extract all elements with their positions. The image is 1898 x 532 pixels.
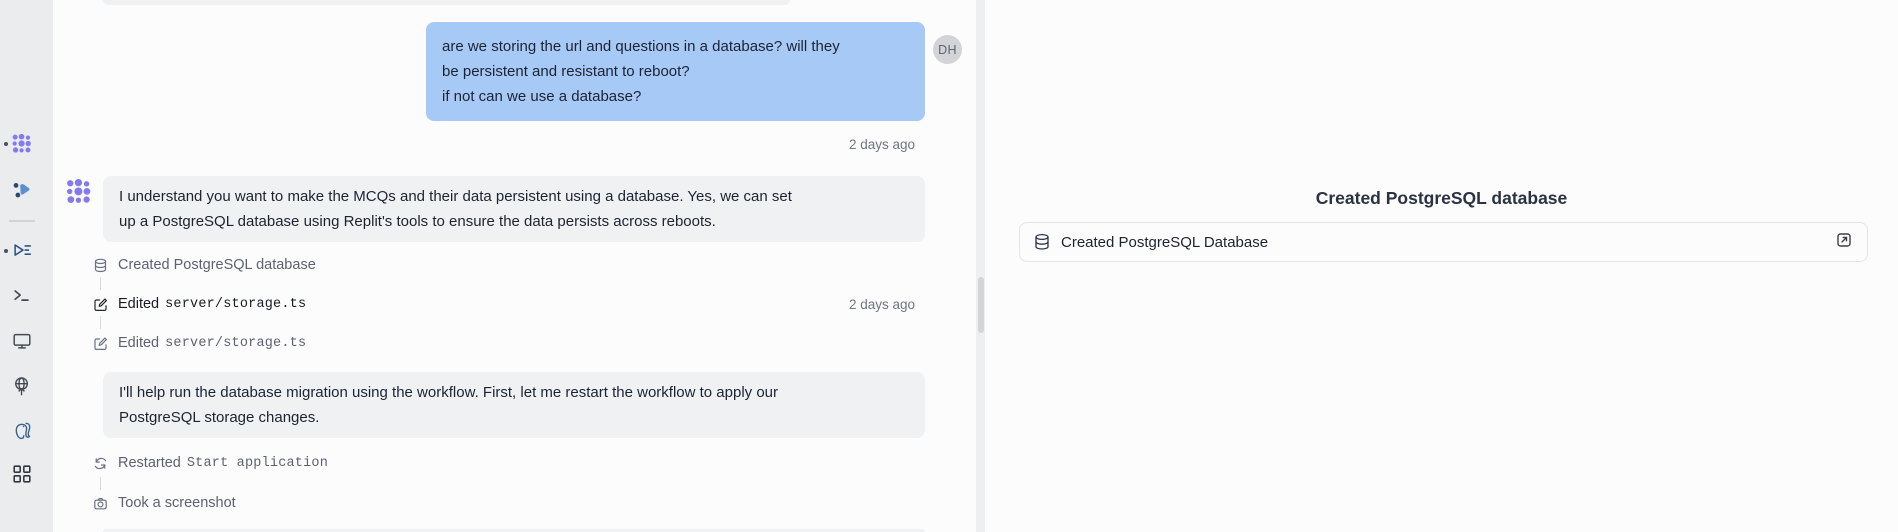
- timeline-row-label: Created PostgreSQL database: [118, 257, 316, 273]
- workflows-icon: [11, 240, 33, 262]
- timeline-row-label: Edited: [118, 296, 159, 312]
- timeline-row-filename: server/storage.ts: [165, 297, 306, 312]
- dock-item-shell[interactable]: [11, 285, 33, 307]
- network-icon: [11, 179, 33, 201]
- agent-message-bubble: I'll help run the database migration usi…: [103, 372, 925, 438]
- timeline-connector: [100, 316, 102, 329]
- camera-icon: [93, 496, 108, 511]
- previous-message-bubble-edge: [103, 0, 790, 5]
- created-database-card[interactable]: Created PostgreSQL Database: [1019, 222, 1868, 262]
- agent-sparkle-icon: [65, 178, 93, 206]
- database-icon: [93, 258, 108, 273]
- agent-avatar: [65, 178, 93, 206]
- timeline-row-created-database[interactable]: Created PostgreSQL database: [93, 255, 316, 275]
- dock-item-postgresql[interactable]: [11, 420, 33, 442]
- timeline-row-edited-file[interactable]: Edited server/storage.ts: [93, 333, 306, 353]
- open-link-button[interactable]: [1834, 232, 1854, 252]
- dock-divider: [9, 220, 35, 222]
- timeline-row-edited-file[interactable]: Edited server/storage.ts: [93, 294, 306, 314]
- timeline-connector: [100, 277, 102, 290]
- timeline-row-workflow-name: Start application: [187, 456, 328, 471]
- dock-item-workflows[interactable]: [11, 240, 33, 262]
- globe-icon: [11, 375, 33, 397]
- timeline-connector: [100, 477, 102, 490]
- shell-icon: [11, 285, 33, 307]
- monitor-icon: [11, 330, 33, 352]
- edit-file-icon: [93, 297, 108, 312]
- timeline-row-took-screenshot[interactable]: Took a screenshot: [93, 493, 236, 513]
- detail-panel-title: Created PostgreSQL database: [985, 188, 1898, 209]
- agent-sparkle-icon: [11, 133, 33, 155]
- dock-item-monitor[interactable]: [11, 330, 33, 352]
- chat-scrollbar-track: [976, 0, 985, 532]
- timeline-row-label: Restarted: [118, 455, 181, 471]
- timeline-row-restarted-workflow[interactable]: Restarted Start application: [93, 453, 328, 473]
- workspace-dock: [0, 0, 53, 532]
- agent-message-bubble: I understand you want to make the MCQs a…: [103, 176, 925, 242]
- timeline-timestamp: 2 days ago: [849, 296, 915, 314]
- agent-indicator-dot: [4, 142, 8, 146]
- dock-item-apps-grid[interactable]: [11, 463, 33, 485]
- timeline-row-label: Took a screenshot: [118, 495, 236, 511]
- agent-chat-panel: are we storing the url and questions in …: [53, 0, 976, 532]
- created-database-card-label: Created PostgreSQL Database: [1061, 234, 1268, 251]
- database-icon: [1033, 233, 1051, 251]
- dock-item-network[interactable]: [11, 179, 33, 201]
- chat-scrollbar-thumb[interactable]: [978, 277, 984, 333]
- apps-grid-icon: [11, 463, 33, 485]
- workflows-indicator-dot: [4, 249, 8, 253]
- timeline-row-filename: server/storage.ts: [165, 336, 306, 351]
- edit-file-icon: [93, 336, 108, 351]
- refresh-icon: [93, 456, 108, 471]
- timeline-row-label: Edited: [118, 335, 159, 351]
- user-message-bubble: are we storing the url and questions in …: [426, 22, 925, 121]
- message-timestamp: 2 days ago: [849, 136, 915, 154]
- detail-panel: Created PostgreSQL database Created Post…: [985, 0, 1898, 532]
- open-link-icon: [1835, 231, 1853, 254]
- dock-item-web[interactable]: [11, 375, 33, 397]
- user-avatar: DH: [933, 35, 962, 64]
- postgresql-icon: [11, 420, 33, 442]
- dock-item-agent[interactable]: [11, 133, 33, 155]
